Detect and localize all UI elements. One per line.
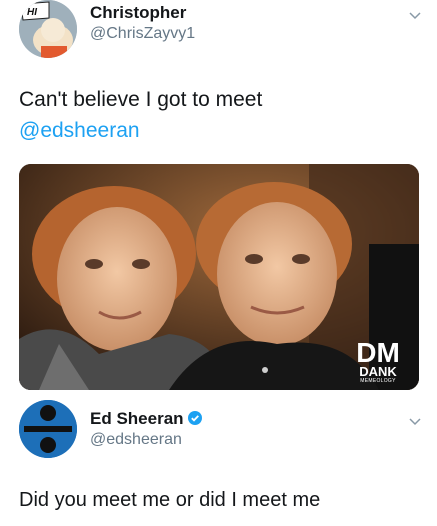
tweet-ed-sheeran[interactable]: Ed Sheeran @edsheeran Did you meet me or… bbox=[0, 388, 437, 526]
verified-badge-icon bbox=[187, 411, 202, 425]
watermark-line2: MEMEOLOGY bbox=[360, 378, 396, 384]
watermark-logo: DM bbox=[356, 337, 400, 368]
author-name[interactable]: Ed Sheeran bbox=[90, 409, 202, 429]
chevron-down-icon[interactable] bbox=[407, 413, 423, 429]
author-handle[interactable]: @edsheeran bbox=[90, 431, 182, 449]
tweet-text: Did you meet me or did I meet me bbox=[19, 489, 321, 511]
tweet-text-line1: Can't believe I got to meet bbox=[19, 88, 263, 111]
avatar-image: HI bbox=[19, 0, 77, 58]
tweet-text: Can't believe I got to meet @edsheeran bbox=[19, 84, 419, 146]
author-handle[interactable]: @ChrisZayvy1 bbox=[90, 25, 195, 43]
avatar-christopher[interactable]: HI bbox=[19, 0, 77, 58]
mention-link[interactable]: @edsheeran bbox=[19, 115, 419, 146]
tweet-photo[interactable]: DM DANK MEMEOLOGY bbox=[19, 164, 419, 390]
watermark-line1: DANK bbox=[359, 364, 397, 379]
avatar-ed-sheeran[interactable] bbox=[19, 400, 77, 458]
divide-symbol-icon bbox=[19, 400, 77, 458]
watermark-dank-memeology: DM DANK MEMEOLOGY bbox=[353, 337, 403, 385]
author-name[interactable]: Christopher bbox=[90, 3, 186, 23]
tweet-christopher[interactable]: HI Christopher @ChrisZayvy1 Can't believ… bbox=[0, 0, 437, 390]
avatar-badge-text: HI bbox=[27, 7, 37, 18]
author-name-text: Ed Sheeran bbox=[90, 409, 184, 428]
chevron-down-icon[interactable] bbox=[407, 7, 423, 23]
